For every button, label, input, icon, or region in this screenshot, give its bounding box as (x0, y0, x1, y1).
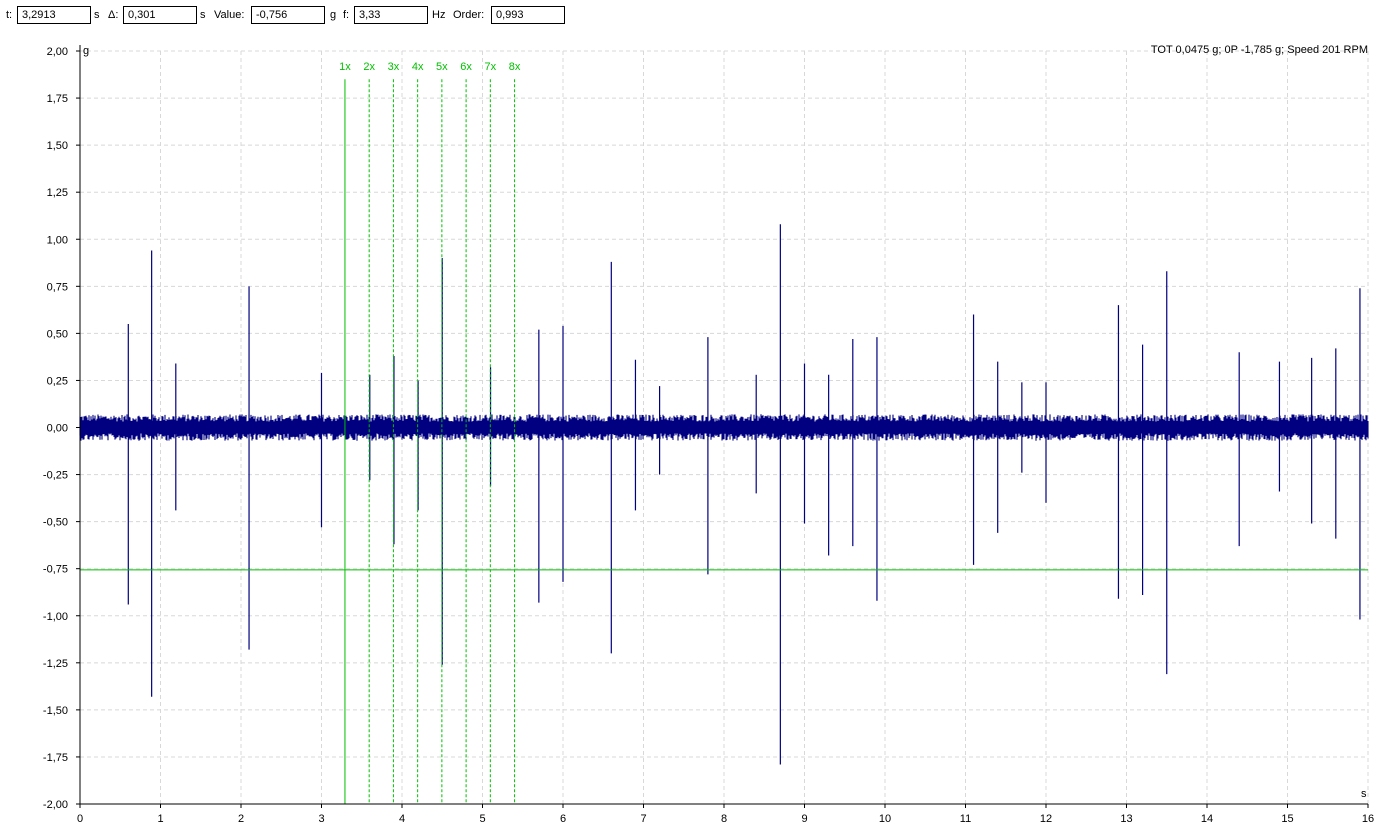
harmonic-label-2x: 2x (363, 61, 375, 73)
y-tick-label: 0,00 (47, 423, 68, 435)
x-tick-label: 13 (1120, 813, 1132, 825)
x-tick-label: 15 (1281, 813, 1293, 825)
y-tick-label: 1,50 (47, 140, 68, 152)
y-tick-label: 1,25 (47, 187, 68, 199)
y-tick-label: -0,75 (43, 564, 68, 576)
x-tick-label: 10 (879, 813, 891, 825)
signal-noise-core (80, 421, 1368, 434)
x-tick-label: 3 (318, 813, 324, 825)
y-tick-label: 1,75 (47, 93, 68, 105)
x-tick-label: 4 (399, 813, 405, 825)
y-tick-label: -0,50 (43, 517, 68, 529)
harmonic-label-7x: 7x (485, 61, 497, 73)
y-tick-label: -1,00 (43, 611, 68, 623)
chart-info-text: TOT 0,0475 g; 0P -1,785 g; Speed 201 RPM (1151, 44, 1368, 56)
x-tick-label: 6 (560, 813, 566, 825)
y-tick-label: 2,00 (47, 46, 68, 58)
time-signal-chart[interactable]: 1x 2x 3x 4x 5x 6x 7x 8x 0 1 2 3 4 5 6 7 8 9 10 11 12 13 14 15 1… (0, 0, 1389, 832)
x-tick-label: 12 (1040, 813, 1052, 825)
x-tick-label: 2 (238, 813, 244, 825)
x-tick-label: 1 (157, 813, 163, 825)
x-tick-label: 7 (640, 813, 646, 825)
x-tick-label: 5 (479, 813, 485, 825)
y-tick-label: -1,75 (43, 752, 68, 764)
y-tick-label: -1,25 (43, 658, 68, 670)
harmonic-label-3x: 3x (388, 61, 400, 73)
y-tick-label: -2,00 (43, 799, 68, 811)
y-tick-label: -0,25 (43, 470, 68, 482)
x-tick-label: 11 (960, 813, 971, 825)
harmonic-label-1x: 1x (339, 61, 351, 73)
x-axis-unit-label: s (1361, 788, 1367, 800)
harmonic-label-6x: 6x (460, 61, 472, 73)
x-tick-label: 16 (1362, 813, 1374, 825)
y-tick-label: 0,75 (47, 281, 68, 293)
x-tick-label: 0 (77, 813, 83, 825)
y-tick-label: 0,50 (47, 328, 68, 340)
x-tick-label: 8 (721, 813, 727, 825)
harmonic-label-8x: 8x (509, 61, 521, 73)
y-tick-label: 0,25 (47, 375, 68, 387)
y-axis-unit-label: g (83, 45, 89, 57)
x-tick-label: 9 (801, 813, 807, 825)
y-tick-label: -1,50 (43, 705, 68, 717)
harmonic-label-4x: 4x (412, 61, 424, 73)
y-tick-label: 1,00 (47, 234, 68, 246)
harmonic-label-5x: 5x (436, 61, 448, 73)
x-tick-label: 14 (1201, 813, 1213, 825)
